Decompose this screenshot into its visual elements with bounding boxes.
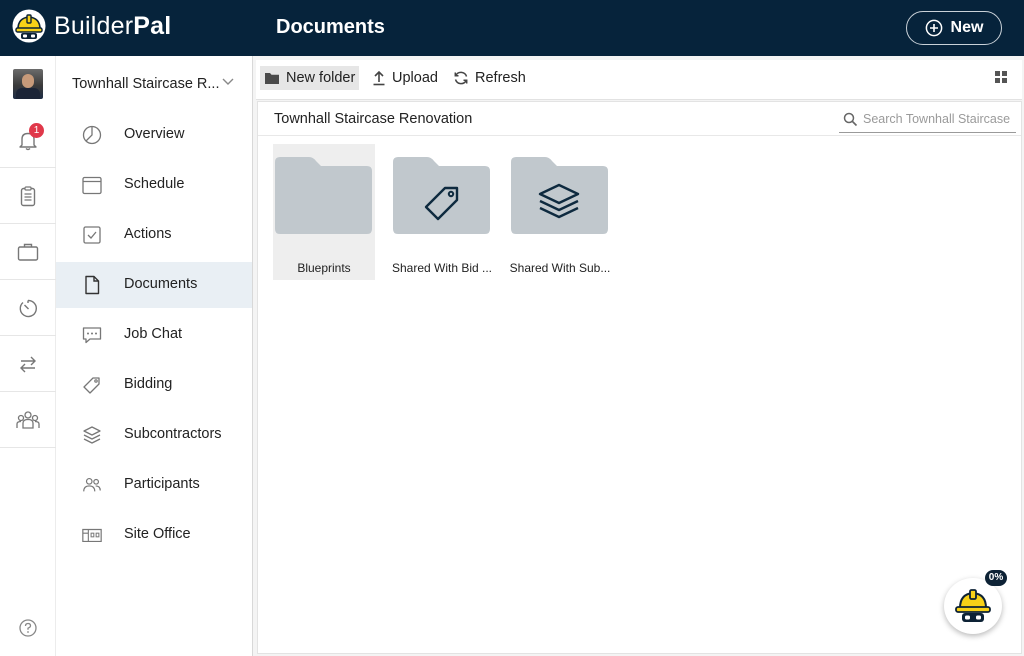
- top-header: BuilderPal Documents New: [0, 0, 1024, 56]
- brand-name-bold: Pal: [133, 11, 172, 40]
- grid-view-toggle[interactable]: [994, 70, 1008, 89]
- nav-item-schedule[interactable]: Schedule: [56, 162, 252, 208]
- breadcrumb-bar: Townhall Staircase Renovation: [258, 102, 1021, 136]
- nav-item-label: Job Chat: [124, 326, 183, 342]
- rail-tasks[interactable]: [0, 168, 56, 224]
- search-box[interactable]: [839, 106, 1016, 133]
- briefcase-icon: [17, 243, 39, 261]
- assistant-helper-button[interactable]: [944, 578, 1002, 634]
- checkbox-icon: [83, 226, 101, 244]
- new-folder-button[interactable]: New folder: [260, 66, 360, 90]
- rail-transfers[interactable]: [0, 336, 56, 392]
- tag-icon: [83, 377, 100, 394]
- upload-icon: [373, 70, 385, 86]
- nav-item-job-chat[interactable]: Job Chat: [56, 312, 252, 358]
- new-button-label: New: [950, 19, 984, 36]
- folder-name: Blueprints: [297, 261, 351, 275]
- folder-item-shared-bid[interactable]: Shared With Bid ...: [391, 144, 493, 280]
- layers-folder-icon: [511, 157, 608, 234]
- brand-logo[interactable]: BuilderPal: [12, 9, 171, 43]
- nav-item-site-office[interactable]: Site Office: [56, 512, 252, 558]
- search-icon: [843, 112, 858, 126]
- help-icon: [19, 619, 37, 637]
- nav-item-label: Actions: [124, 226, 172, 242]
- chat-icon: [82, 327, 102, 344]
- folder-name: Shared With Sub...: [509, 261, 611, 275]
- documents-toolbar: New folder Upload Refresh: [256, 60, 1022, 100]
- nav-item-actions[interactable]: Actions: [56, 212, 252, 258]
- nav-item-subcontractors[interactable]: Subcontractors: [56, 412, 252, 458]
- folder-item-shared-sub[interactable]: Shared With Sub...: [509, 144, 611, 280]
- help-button[interactable]: [18, 618, 38, 643]
- documents-panel: Townhall Staircase Renovation Blueprints…: [257, 101, 1022, 654]
- avatar[interactable]: [13, 69, 43, 99]
- chevron-down-icon: [222, 78, 234, 85]
- layers-icon: [83, 426, 101, 444]
- new-button[interactable]: New: [906, 11, 1002, 45]
- refresh-label: Refresh: [475, 70, 526, 86]
- swap-icon: [20, 356, 36, 372]
- nav-item-label: Participants: [124, 476, 200, 492]
- site-office-icon: [82, 528, 102, 543]
- nav-item-participants[interactable]: Participants: [56, 462, 252, 508]
- helmet-bot-icon: [955, 589, 991, 622]
- nav-item-label: Bidding: [124, 376, 173, 392]
- team-icon: [16, 410, 40, 429]
- folder-icon: [275, 157, 372, 234]
- plus-circle-icon: [925, 19, 942, 37]
- people-icon: [83, 477, 101, 492]
- pie-icon: [82, 125, 102, 145]
- nav-item-documents[interactable]: Documents: [56, 262, 252, 308]
- page-title: Documents: [276, 16, 385, 38]
- search-input[interactable]: [863, 112, 1013, 126]
- breadcrumb[interactable]: Townhall Staircase Renovation: [274, 111, 472, 127]
- project-nav: Townhall Staircase R... Overview Schedul…: [56, 56, 252, 656]
- calendar-icon: [82, 176, 102, 195]
- document-icon: [85, 275, 100, 295]
- refresh-icon: [454, 71, 468, 85]
- upload-button[interactable]: Upload: [368, 66, 442, 90]
- rail-projects[interactable]: [0, 224, 56, 280]
- nav-item-label: Subcontractors: [124, 426, 222, 442]
- notification-badge: 1: [29, 123, 44, 138]
- rail-notifications[interactable]: 1: [0, 112, 56, 168]
- tag-folder-icon: [393, 157, 490, 234]
- icon-rail: 1: [0, 56, 56, 656]
- new-folder-label: New folder: [286, 70, 356, 86]
- upload-label: Upload: [392, 70, 438, 86]
- rail-team[interactable]: [0, 392, 56, 448]
- folder-name: Shared With Bid ...: [391, 261, 493, 275]
- refresh-button[interactable]: Refresh: [449, 66, 530, 90]
- rail-timesheet[interactable]: [0, 280, 56, 336]
- helper-progress-badge: 0%: [985, 570, 1007, 586]
- grid-view-icon: [995, 71, 1007, 83]
- folder-small-icon: [265, 73, 279, 84]
- nav-item-label: Overview: [124, 126, 185, 142]
- nav-item-label: Schedule: [124, 176, 185, 192]
- helmet-logo-icon: [12, 9, 46, 43]
- project-name: Townhall Staircase R...: [72, 76, 220, 92]
- folder-item-blueprints[interactable]: Blueprints: [273, 144, 375, 280]
- nav-item-label: Site Office: [124, 526, 191, 542]
- stopwatch-icon: [19, 299, 37, 317]
- nav-item-bidding[interactable]: Bidding: [56, 362, 252, 408]
- clipboard-icon: [20, 185, 36, 206]
- nav-item-overview[interactable]: Overview: [56, 112, 252, 158]
- nav-item-label: Documents: [124, 276, 198, 292]
- project-selector[interactable]: Townhall Staircase R...: [56, 56, 252, 112]
- brand-name-light: Builder: [54, 11, 134, 40]
